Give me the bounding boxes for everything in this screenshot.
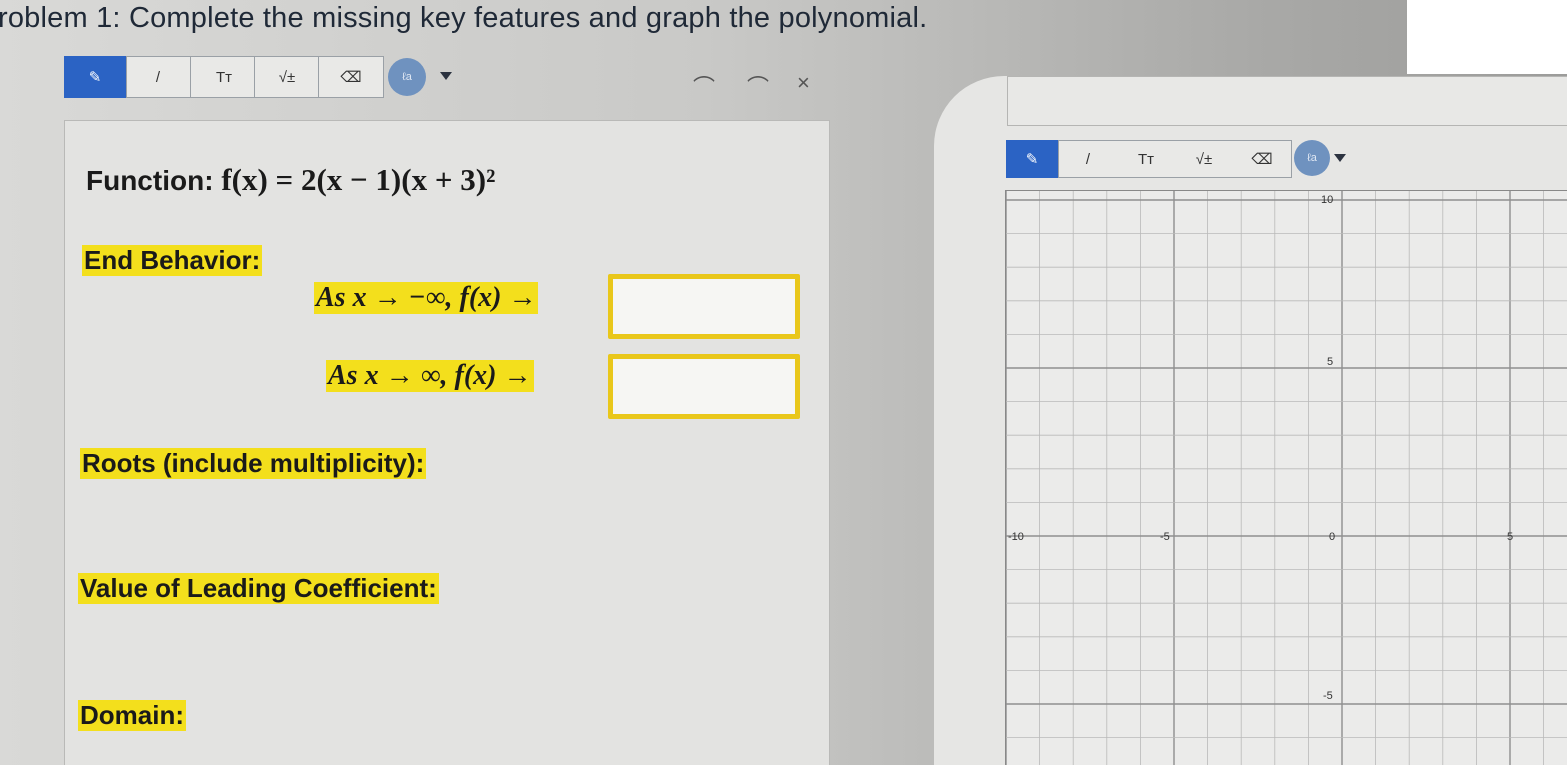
end-behavior-neg-input[interactable] [608, 274, 800, 339]
worksheet-panel [64, 120, 830, 765]
end-behavior-pos: As x → ∞, f(x) → [326, 360, 534, 392]
end-behavior-neg: As x → −∞, f(x) → [314, 282, 539, 314]
line-icon: / [1085, 150, 1091, 168]
line-tool-button[interactable]: / [128, 56, 188, 98]
color-picker-button[interactable]: ℓa [1294, 140, 1330, 176]
color-picker-button[interactable]: ℓa [388, 58, 426, 96]
pen-icon: ✎ [88, 69, 102, 86]
leading-coefficient-label: Value of Leading Coefficient: [78, 573, 439, 604]
y-axis-label: 5 [1327, 356, 1334, 368]
x-axis-label: -10 [1008, 531, 1024, 543]
function-expression: f(x) = 2(x − 1)(x + 3)² [221, 162, 496, 197]
pen-tool-button[interactable]: ✎ [1006, 140, 1058, 178]
toolbar: ✎ / Tт √± ⌫ [64, 56, 384, 98]
pen-tool-button[interactable]: ✎ [64, 56, 126, 98]
math-icon: √± [278, 68, 296, 86]
x-axis-label: 5 [1507, 531, 1514, 543]
toolbar-divider [318, 56, 319, 98]
math-tool-button[interactable]: √± [256, 56, 318, 98]
close-icon[interactable]: × [797, 70, 810, 96]
text-tool-button[interactable]: Tт [1118, 140, 1174, 178]
graph-grid[interactable] [1005, 190, 1567, 765]
math-tool-button[interactable]: √± [1176, 140, 1232, 178]
line-icon: / [155, 68, 161, 86]
color-icon: ℓa [1307, 152, 1317, 164]
text-tool-button[interactable]: Tт [192, 56, 256, 98]
toolbar-divider [190, 56, 191, 98]
domain-label: Domain: [78, 700, 186, 731]
problem-title: roblem 1: Complete the missing key featu… [0, 2, 928, 34]
color-icon: ℓa [402, 71, 412, 83]
pen-icon: ✎ [1025, 151, 1039, 168]
undo-button[interactable]: ⌒ [693, 70, 715, 102]
function-label: Function: [86, 165, 214, 196]
screen: roblem 1: Complete the missing key featu… [0, 0, 1567, 765]
graph-toolbar: ✎ / Tт √± ⌫ ℓa [1006, 138, 1330, 180]
function-row: Function: f(x) = 2(x − 1)(x + 3)² [86, 162, 495, 198]
y-axis-label: 10 [1321, 194, 1334, 206]
x-axis-label: 0 [1329, 531, 1336, 543]
line-tool-button[interactable]: / [1060, 140, 1116, 178]
end-behavior-pos-input[interactable] [608, 354, 800, 419]
roots-label: Roots (include multiplicity): [80, 448, 427, 479]
background-corner [1407, 0, 1567, 74]
graph-grid-lines [1006, 191, 1567, 765]
y-axis-label: -5 [1323, 690, 1333, 702]
toolbar-divider [254, 56, 255, 98]
eraser-icon: ⌫ [340, 69, 362, 86]
text-icon: Tт [215, 68, 233, 86]
math-icon: √± [1195, 150, 1213, 168]
chevron-down-icon[interactable] [440, 72, 452, 80]
chevron-down-icon[interactable] [1334, 154, 1346, 162]
eraser-tool-button[interactable]: ⌫ [1234, 140, 1290, 178]
end-behavior-label: End Behavior: [82, 245, 263, 276]
redo-button[interactable]: ⌒ [747, 70, 769, 102]
eraser-icon: ⌫ [1251, 151, 1273, 168]
x-axis-label: -5 [1160, 531, 1170, 543]
text-icon: Tт [1137, 150, 1155, 168]
graph-input-bar[interactable] [1007, 76, 1567, 126]
eraser-tool-button[interactable]: ⌫ [320, 56, 382, 98]
